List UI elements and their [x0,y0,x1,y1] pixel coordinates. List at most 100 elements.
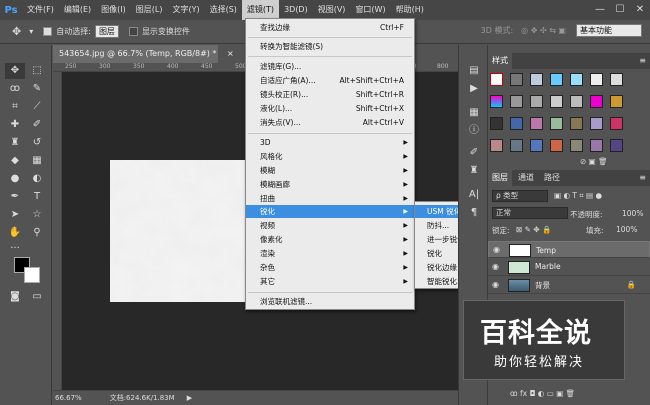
history-brush-tool-icon[interactable]: ↺ [27,135,47,151]
style-swatch[interactable] [490,95,503,108]
quick-mask-icon[interactable]: ◙ [5,289,25,305]
blur-tool-icon[interactable]: ● [5,171,25,187]
menu-view[interactable]: 视图(V) [313,0,351,20]
lock-icons[interactable]: ⊠ ✎ ✥ 🔒 [516,225,551,234]
style-swatch[interactable] [550,139,563,152]
style-swatch[interactable] [590,139,603,152]
style-swatch[interactable] [570,73,583,86]
document-tab[interactable]: 543654.jpg @ 66.7% (Temp, RGB/8#) * × [53,45,234,63]
type-tool-icon[interactable]: T [27,189,47,205]
workspace-dropdown[interactable]: 基本功能 [576,24,642,37]
crop-tool-icon[interactable]: ⌗ [5,99,25,115]
paragraph-icon[interactable]: ¶ [465,205,483,221]
marquee-tool-icon[interactable]: ⬚ [27,63,47,79]
menu-3d[interactable]: 3D(D) [279,0,313,20]
layer-bottom-icons[interactable]: ꝏ fx ◘ ◐ ▭ ▣ 🗑 [510,389,575,398]
eye-icon[interactable]: ◉ [493,245,503,255]
menu-item-liquify[interactable]: 液化(L)... Shift+Ctrl+X [246,102,414,115]
status-arrow-icon[interactable]: ▶ [187,394,192,402]
style-swatch[interactable] [550,73,563,86]
history-icon[interactable]: ▤ [465,63,483,79]
auto-select-dropdown[interactable]: 图层 [94,25,119,38]
stamp-tool-icon[interactable]: ♜ [5,135,25,151]
fill-value[interactable]: 100% [616,225,637,234]
menu-item-video[interactable]: 视频 ▶ [246,219,414,232]
document-close-icon[interactable]: × [227,49,234,58]
healing-tool-icon[interactable]: ✚ [5,117,25,133]
menu-item-blur[interactable]: 模糊 ▶ [246,164,414,177]
menu-item-other[interactable]: 其它 ▶ [246,275,414,288]
properties-icon[interactable]: ▦ [465,105,483,121]
menu-item-noise[interactable]: 杂色 ▶ [246,261,414,274]
style-swatch[interactable] [490,73,503,86]
style-swatch[interactable] [530,139,543,152]
background-color-swatch[interactable] [24,267,40,283]
eye-icon[interactable]: ◉ [492,280,502,290]
menu-item-distort[interactable]: 扭曲 ▶ [246,192,414,205]
tab-styles[interactable]: 样式 [488,53,512,69]
blend-mode-dropdown[interactable]: 正常 [492,207,568,219]
menu-layer[interactable]: 图层(L) [131,0,168,20]
3d-mode-icons[interactable]: ◎ ✥ ✣ ⇆ ▣ [521,26,566,35]
menu-image[interactable]: 图像(I) [96,0,131,20]
actions-icon[interactable]: ▶ [465,81,483,97]
menu-item-3d[interactable]: 3D ▶ [246,136,414,149]
brush-tool-icon[interactable]: ✐ [27,117,47,133]
character-icon[interactable]: A| [465,187,483,203]
info-icon[interactable]: ⓘ [465,123,483,139]
menu-item-stylize[interactable]: 风格化 ▶ [246,150,414,163]
eraser-tool-icon[interactable]: ◆ [5,153,25,169]
clone-source-icon[interactable]: ♜ [465,163,483,179]
menu-select[interactable]: 选择(S) [205,0,242,20]
style-swatch[interactable] [570,95,583,108]
menu-item-adaptive-wide-angle[interactable]: 自适应广角(A)... Alt+Shift+Ctrl+A [246,74,414,87]
style-swatch[interactable] [490,139,503,152]
dropdown-arrow-icon[interactable]: ▾ [29,27,33,36]
style-swatch[interactable] [550,95,563,108]
move-tool-icon[interactable]: ✥ [5,63,25,79]
hand-tool-icon[interactable]: ✋ [5,225,25,241]
quick-select-tool-icon[interactable]: ✎ [27,81,47,97]
menu-item-browse-online-filters[interactable]: 浏览联机滤镜... [246,295,414,308]
dodge-tool-icon[interactable]: ◐ [27,171,47,187]
style-swatch[interactable] [530,117,543,130]
tab-layers[interactable]: 图层 [488,170,512,186]
brush-panel-icon[interactable]: ✐ [465,145,483,161]
menu-filter[interactable]: 滤镜(T) [241,0,280,20]
menu-edit[interactable]: 编辑(E) [59,0,96,20]
style-swatch[interactable] [550,117,563,130]
shape-tool-icon[interactable]: ☆ [27,207,47,223]
lasso-tool-icon[interactable]: ꝏ [5,81,25,97]
path-select-tool-icon[interactable]: ➤ [5,207,25,223]
layer-filter-icons[interactable]: ▣ ◐ T ⌗ ▤ ● [554,191,602,201]
menu-item-sharpen[interactable]: 锐化 ▶ [246,205,414,218]
panel-menu-icon[interactable]: ≡ [635,170,650,186]
minimize-button[interactable]: — [590,0,610,20]
tab-paths[interactable]: 路径 [540,170,564,186]
more-tools-icon[interactable]: ··· [5,241,25,257]
menu-help[interactable]: 帮助(H) [391,0,429,20]
move-tool-icon[interactable]: ✥ [12,25,21,38]
menu-item-convert-smart-filter[interactable]: 转换为智能滤镜(S) [246,40,414,53]
style-swatch[interactable] [510,95,523,108]
menu-item-render[interactable]: 渲染 ▶ [246,247,414,260]
menu-item-lens-correction[interactable]: 镜头校正(R)... Shift+Ctrl+R [246,88,414,101]
tab-channels[interactable]: 通道 [514,170,538,186]
eyedropper-tool-icon[interactable]: ⟋ [27,99,47,115]
menu-item-blur-gallery[interactable]: 模糊画廊 ▶ [246,178,414,191]
style-swatch[interactable] [510,117,523,130]
close-button[interactable]: ✕ [630,0,650,20]
document-canvas[interactable] [110,160,246,302]
menu-item-filter-gallery[interactable]: 滤镜库(G)... [246,60,414,73]
style-swatch[interactable] [610,73,623,86]
style-swatch[interactable] [530,73,543,86]
style-swatch[interactable] [510,73,523,86]
eye-icon[interactable]: ◉ [492,262,502,272]
menu-file[interactable]: 文件(F) [22,0,59,20]
menu-type[interactable]: 文字(Y) [167,0,204,20]
maximize-button[interactable]: ☐ [610,0,630,20]
style-swatch[interactable] [490,117,503,130]
style-panel-icons[interactable]: ⊘ ▣ 🗑 [580,157,608,166]
style-swatch[interactable] [570,117,583,130]
gradient-tool-icon[interactable]: ▦ [27,153,47,169]
